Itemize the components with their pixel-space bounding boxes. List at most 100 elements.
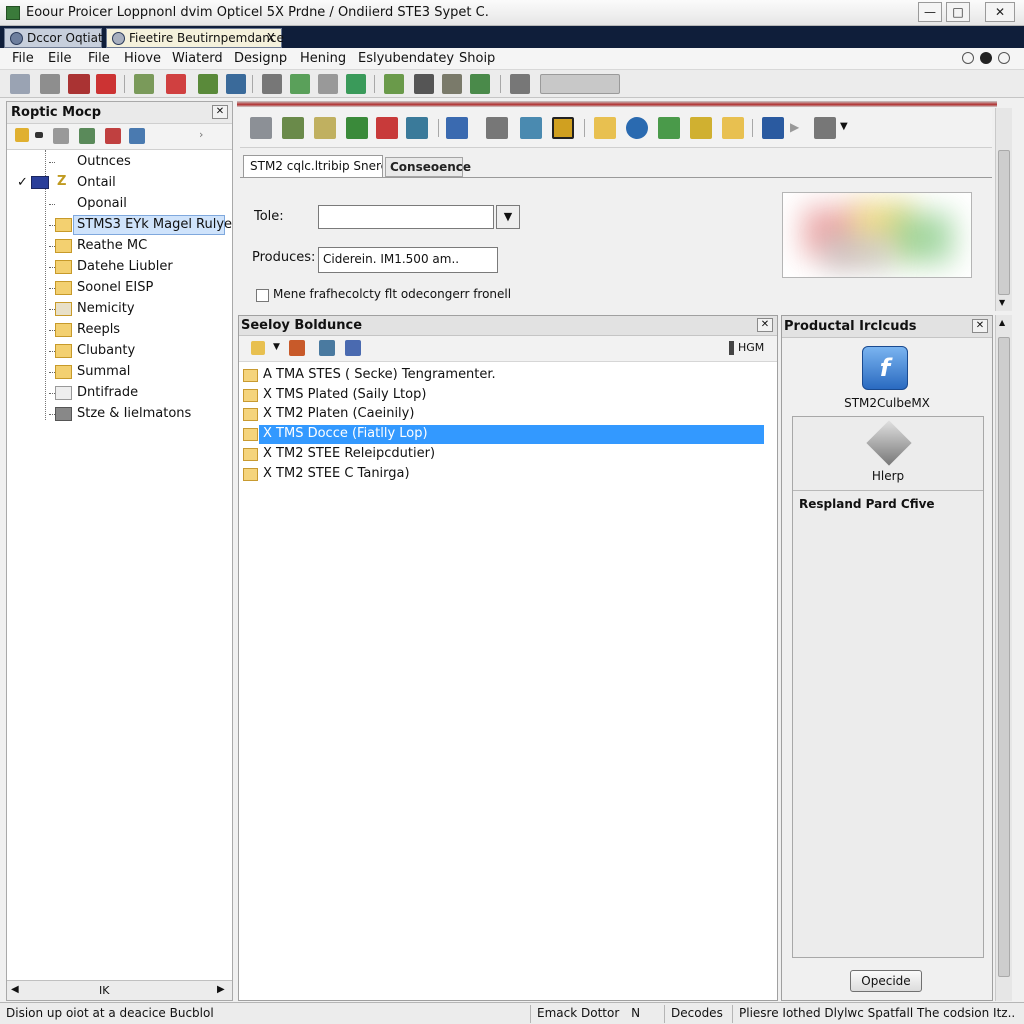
stop-icon[interactable] <box>376 117 398 139</box>
menu-item-shoip[interactable]: Shoip <box>459 51 495 66</box>
tab-configuration[interactable]: STM2 cqlc.ltribip Snere <box>243 155 383 177</box>
board-icon[interactable] <box>470 74 490 94</box>
horizontal-scrollbar[interactable]: ◀ IK ▶ <box>7 980 232 1000</box>
tag-icon[interactable] <box>134 74 154 94</box>
tree-item[interactable]: Outnces <box>7 152 232 172</box>
gear-icon[interactable] <box>980 52 992 64</box>
list-item[interactable]: X TMS Plated (Saily Ltop) <box>243 386 763 405</box>
products-close-button[interactable]: ✕ <box>972 319 988 333</box>
close-window-button[interactable]: ✕ <box>985 2 1015 22</box>
menu-item-eile[interactable]: Eile <box>48 51 71 66</box>
tree-item[interactable]: Oponail <box>7 194 232 214</box>
monitor-icon[interactable] <box>250 117 272 139</box>
settings-icon[interactable] <box>129 128 145 144</box>
scroll-thumb[interactable] <box>998 150 1010 295</box>
document-icon[interactable] <box>40 74 60 94</box>
tree-item[interactable]: Summal <box>7 362 232 382</box>
doc-tab-1[interactable]: Dccor Oqtiat <box>4 28 103 48</box>
menu-item-file[interactable]: File <box>12 51 34 66</box>
scroll-thumb[interactable] <box>998 337 1010 977</box>
list-item[interactable]: X TM2 STEE C Tanirga) <box>243 465 763 484</box>
list-item[interactable]: X TM2 STEE Releipcdutier) <box>243 445 763 464</box>
menu-item-hiove[interactable]: Hiove <box>124 51 161 66</box>
tree-item[interactable]: Reathe MC <box>7 236 232 256</box>
menu-item-file-2[interactable]: File <box>88 51 110 66</box>
menu-item-hening[interactable]: Hening <box>300 51 346 66</box>
scroll-left-icon[interactable]: ◀ <box>11 984 19 995</box>
tab-consequence[interactable]: Conseoence <box>385 157 471 177</box>
products-scrollbar[interactable]: ▲ <box>995 315 1012 1001</box>
tree-item[interactable]: ✓ Z Ontail <box>7 173 232 193</box>
document-icon[interactable] <box>53 128 69 144</box>
tools-icon[interactable] <box>105 128 121 144</box>
tree-item[interactable]: Reepls <box>7 320 232 340</box>
tree-item[interactable]: Soonel EISP <box>7 278 232 298</box>
tools-icon[interactable] <box>318 74 338 94</box>
home-icon[interactable] <box>814 117 836 139</box>
folder-open-icon[interactable] <box>486 117 508 139</box>
tree-item[interactable]: Stze & Iielmatons <box>7 404 232 424</box>
document-icon[interactable] <box>314 117 336 139</box>
mail-icon[interactable] <box>166 74 186 94</box>
chart-icon[interactable] <box>282 117 304 139</box>
scroll-down-icon[interactable]: ▼ <box>999 298 1005 307</box>
archive-icon[interactable] <box>289 340 305 356</box>
option-checkbox[interactable] <box>256 289 269 302</box>
minimize-button[interactable]: — <box>918 2 942 22</box>
tree-item[interactable]: Clubanty <box>7 341 232 361</box>
help-item[interactable]: Hlerp <box>793 417 983 491</box>
list-item[interactable]: X TM2 Platen (Caeinily) <box>243 405 763 424</box>
debug-icon[interactable] <box>384 74 404 94</box>
tole-input[interactable] <box>318 205 494 229</box>
chip-icon[interactable] <box>96 74 116 94</box>
help-icon[interactable] <box>962 52 974 64</box>
tree-item[interactable]: Dntifrade <box>7 383 232 403</box>
maximize-button[interactable]: □ <box>946 2 970 22</box>
filter-icon[interactable] <box>345 340 361 356</box>
list-item[interactable]: A TMA STES ( Secke) Tengramenter. <box>243 366 763 385</box>
chevron-down-icon[interactable]: ▼ <box>840 121 848 132</box>
dropdown-icon[interactable] <box>35 132 43 138</box>
plane-icon[interactable] <box>520 117 542 139</box>
pencil-icon[interactable] <box>290 74 310 94</box>
chip-2-icon[interactable] <box>442 74 462 94</box>
folder-icon[interactable] <box>594 117 616 139</box>
arrow-right-icon[interactable]: ▶ <box>790 120 799 134</box>
shield-icon[interactable] <box>262 74 282 94</box>
scroll-right-icon[interactable]: ▶ <box>217 984 225 995</box>
users-icon[interactable] <box>690 117 712 139</box>
tree-item[interactable]: Nemicity <box>7 299 232 319</box>
star-icon[interactable] <box>15 128 29 142</box>
package-icon[interactable] <box>319 340 335 356</box>
menu-item-wiaterd[interactable]: Wiaterd <box>172 51 223 66</box>
list-item-selected[interactable]: X TMS Docce (Fiatlly Lop) <box>243 425 764 444</box>
tree-item-selected[interactable]: STMS3 EYk Magel Rulye <box>7 215 232 235</box>
product-item-label[interactable]: STM2CulbeMX <box>782 396 992 410</box>
list-icon[interactable] <box>198 74 218 94</box>
tree-item[interactable]: Datehe Liubler <box>7 257 232 277</box>
folder-icon[interactable] <box>251 341 265 355</box>
chevron-right-icon[interactable]: › <box>199 128 203 141</box>
scroll-up-icon[interactable]: ▲ <box>999 318 1005 327</box>
phone-icon[interactable] <box>762 117 784 139</box>
grid-icon[interactable] <box>68 74 90 94</box>
globe-icon[interactable] <box>626 117 648 139</box>
open-guide-button[interactable]: Opecide <box>850 970 922 992</box>
save-icon[interactable] <box>406 117 428 139</box>
close-tab-icon[interactable]: X <box>267 29 275 47</box>
build-icon[interactable] <box>346 74 366 94</box>
dropdown-icon[interactable]: ▼ <box>273 342 280 352</box>
square-icon[interactable] <box>552 117 574 139</box>
tree-icon[interactable] <box>79 128 95 144</box>
selection-close-button[interactable]: ✕ <box>757 318 773 332</box>
table-icon[interactable] <box>658 117 680 139</box>
config-scrollbar[interactable]: ▼ <box>995 108 1012 311</box>
toolbar-group[interactable] <box>540 74 620 94</box>
settings-icon[interactable] <box>998 52 1010 64</box>
tole-dropdown-button[interactable]: ▼ <box>496 205 520 229</box>
link-icon[interactable] <box>510 74 530 94</box>
menu-item-eslyubendatey[interactable]: Eslyubendatey <box>358 51 454 66</box>
produces-input[interactable]: Ciderein. IM1.500 am.. <box>318 247 498 273</box>
clipboard-icon[interactable] <box>446 117 468 139</box>
folder-lock-icon[interactable] <box>722 117 744 139</box>
